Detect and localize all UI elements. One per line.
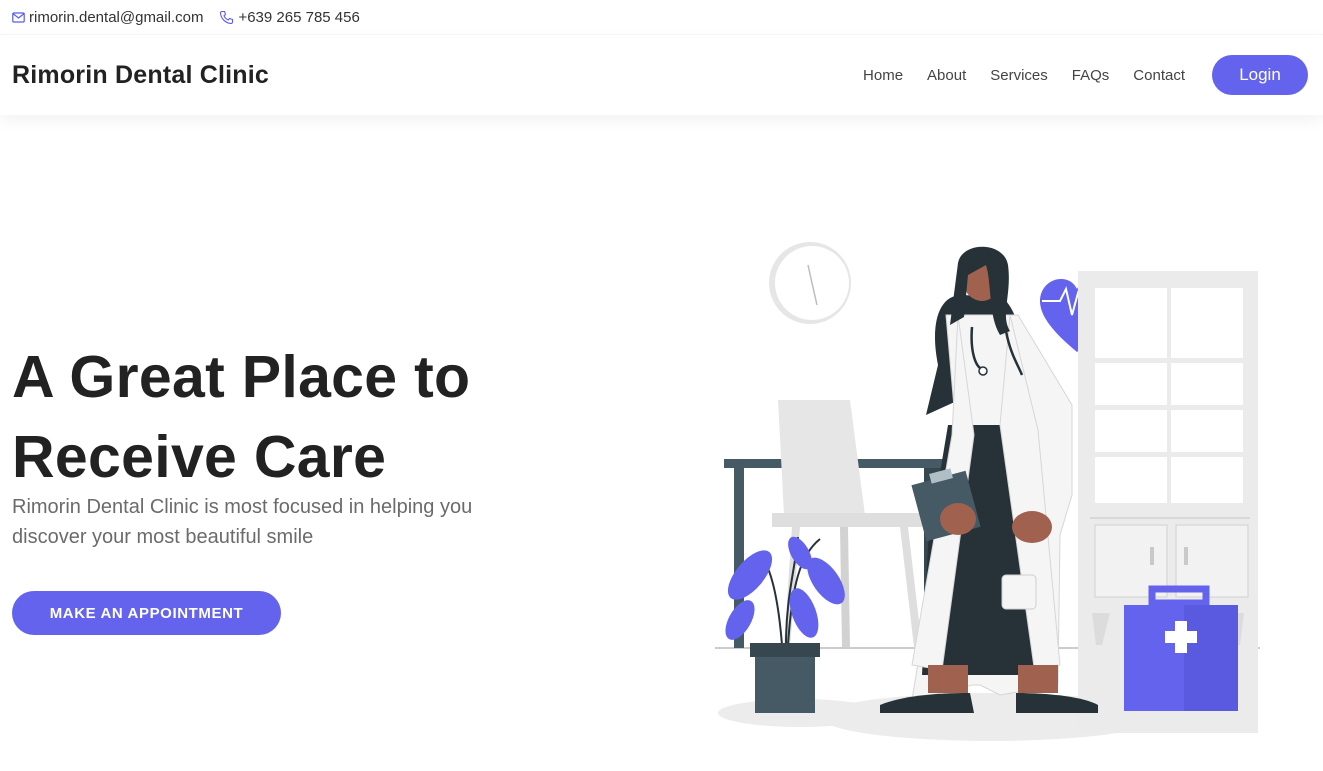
- phone-item[interactable]: +639 265 785 456: [219, 8, 360, 26]
- phone-text: +639 265 785 456: [238, 8, 360, 26]
- hero-subtitle-line1: Rimorin Dental Clinic is most focused in…: [12, 496, 473, 518]
- clock-icon: [769, 242, 851, 324]
- first-aid-kit-icon: [1124, 585, 1238, 711]
- nav-contact[interactable]: Contact: [1133, 67, 1185, 84]
- nav-menu: Home About Services FAQs Contact Login: [839, 55, 1308, 95]
- hero-title: A Great Place to Receive Care: [12, 337, 572, 497]
- make-appointment-button[interactable]: MAKE AN APPOINTMENT: [12, 591, 281, 635]
- phone-icon: [220, 10, 234, 24]
- email-text: rimorin.dental@gmail.com: [29, 8, 204, 26]
- hero-subtitle-line2: discover your most beautiful smile: [12, 526, 314, 548]
- hero-title-line1: A Great Place to: [12, 344, 471, 410]
- navbar: Rimorin Dental Clinic Home About Service…: [0, 34, 1323, 115]
- nav-services[interactable]: Services: [990, 67, 1048, 84]
- hero-title-line2: Receive Care: [12, 424, 387, 490]
- contact-bar: rimorin.dental@gmail.com +639 265 785 45…: [0, 0, 1323, 34]
- nav-about[interactable]: About: [927, 67, 966, 84]
- nav-faqs[interactable]: FAQs: [1072, 67, 1110, 84]
- envelope-icon: [12, 11, 25, 23]
- doctor-illustration: [715, 242, 1260, 741]
- email-item[interactable]: rimorin.dental@gmail.com: [12, 9, 203, 26]
- login-button[interactable]: Login: [1212, 55, 1308, 95]
- nav-home[interactable]: Home: [863, 67, 903, 84]
- hero-subtitle: Rimorin Dental Clinic is most focused in…: [12, 492, 572, 552]
- hero-section: A Great Place to Receive Care Rimorin De…: [0, 115, 1323, 771]
- brand-logo[interactable]: Rimorin Dental Clinic: [12, 61, 269, 90]
